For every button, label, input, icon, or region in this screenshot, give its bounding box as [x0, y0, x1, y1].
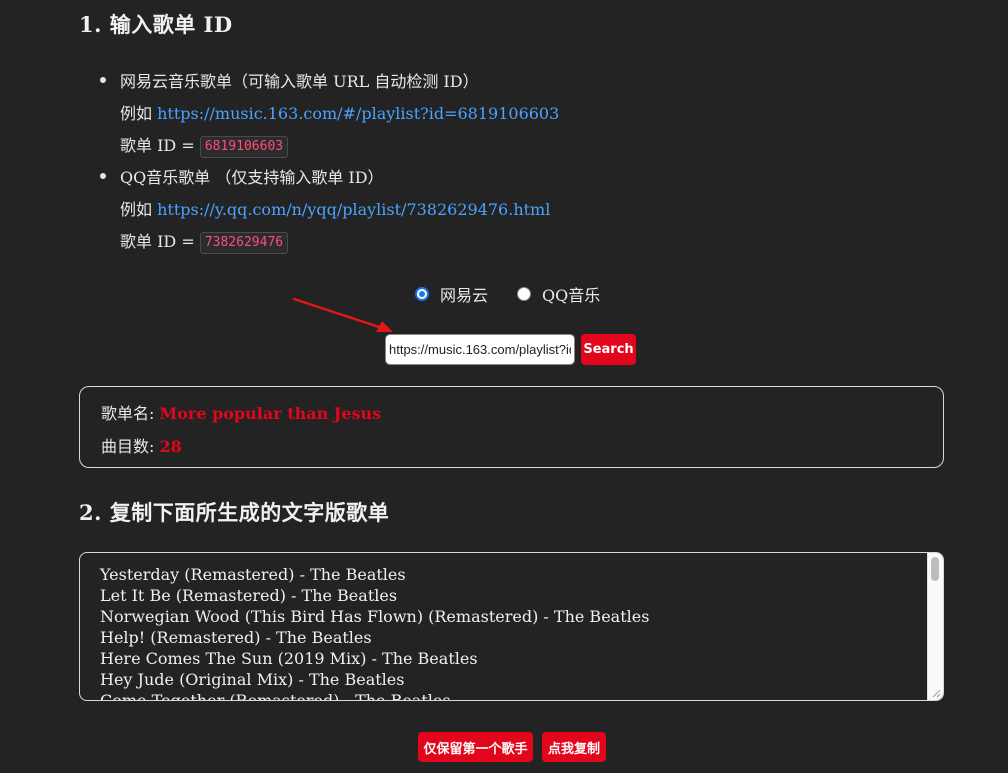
list-item-netease: 网易云音乐歌单（可输入歌单 URL 自动检测 ID） 例如 https://mu…: [100, 66, 559, 162]
section-title-copy-playlist: 2. 复制下面所生成的文字版歌单: [79, 500, 390, 525]
radio-button-unchecked[interactable]: [517, 287, 532, 301]
bullet-dot-icon: [100, 173, 106, 179]
playlist-url-input[interactable]: [385, 334, 575, 365]
section-title-input-id: 1. 输入歌单 ID: [79, 12, 233, 37]
track-count-value: 28: [159, 437, 182, 456]
source-label-line: QQ音乐歌单 （仅支持输入歌单 ID）: [100, 162, 559, 194]
radio-label[interactable]: 网易云: [440, 282, 488, 306]
track-count-row: 曲目数: 28: [101, 434, 182, 460]
radio-netease[interactable]: 网易云: [415, 282, 488, 306]
track-line: Hey Jude (Original Mix) - The Beatles: [100, 670, 405, 689]
id-line: 歌单 ID = 6819106603: [100, 130, 559, 162]
playlist-info-card: 歌单名: More popular than Jesus 曲目数: 28: [79, 386, 944, 468]
playlist-name-value: More popular than Jesus: [159, 404, 382, 423]
source-label: QQ音乐歌单 （仅支持输入歌单 ID）: [120, 168, 384, 187]
bullet-dot-icon: [100, 77, 106, 83]
radio-qq-music[interactable]: QQ音乐: [517, 282, 600, 306]
track-list: Yesterday (Remastered) - The Beatles Let…: [100, 564, 650, 701]
id-prefix: 歌单 ID =: [120, 232, 195, 251]
example-link[interactable]: https://music.163.com/#/playlist?id=6819…: [157, 104, 559, 123]
red-arrow-icon: [292, 297, 393, 332]
copy-button[interactable]: 点我复制: [542, 732, 606, 762]
playlist-name-row: 歌单名: More popular than Jesus: [101, 401, 381, 427]
id-line: 歌单 ID = 7382629476: [100, 226, 559, 258]
example-line: 例如 https://music.163.com/#/playlist?id=6…: [100, 98, 559, 130]
search-button[interactable]: Search: [581, 334, 636, 365]
source-label-line: 网易云音乐歌单（可输入歌单 URL 自动检测 ID）: [100, 66, 559, 98]
example-prefix: 例如: [120, 104, 153, 123]
track-line: Yesterday (Remastered) - The Beatles: [100, 565, 406, 584]
playlist-text-area[interactable]: Yesterday (Remastered) - The Beatles Let…: [79, 552, 944, 701]
example-prefix: 例如: [120, 200, 153, 219]
track-count-label: 曲目数:: [101, 437, 155, 456]
example-link[interactable]: https://y.qq.com/n/yqq/playlist/73826294…: [157, 200, 550, 219]
playlist-name-label: 歌单名:: [101, 404, 155, 423]
list-item-qq: QQ音乐歌单 （仅支持输入歌单 ID） 例如 https://y.qq.com/…: [100, 162, 559, 258]
track-line: Here Comes The Sun (2019 Mix) - The Beat…: [100, 649, 478, 668]
platform-radio-group: 网易云 QQ音乐: [415, 282, 600, 306]
playlist-id-code: 7382629476: [199, 231, 289, 254]
resize-grip-icon[interactable]: [931, 688, 941, 698]
page: 1. 输入歌单 ID 网易云音乐歌单（可输入歌单 URL 自动检测 ID） 例如…: [0, 0, 1008, 773]
track-line: Come Together (Remastered) - The Beatles: [100, 691, 451, 701]
track-line: Norwegian Wood (This Bird Has Flown) (Re…: [100, 607, 650, 626]
source-label: 网易云音乐歌单（可输入歌单 URL 自动检测 ID）: [120, 72, 479, 91]
example-line: 例如 https://y.qq.com/n/yqq/playlist/73826…: [100, 194, 559, 226]
track-line: Help! (Remastered) - The Beatles: [100, 628, 372, 647]
id-prefix: 歌单 ID =: [120, 136, 195, 155]
keep-first-artist-button[interactable]: 仅保留第一个歌手: [418, 732, 533, 762]
track-line: Let It Be (Remastered) - The Beatles: [100, 586, 398, 605]
scrollbar-thumb[interactable]: [931, 557, 939, 581]
playlist-id-code: 6819106603: [199, 135, 289, 158]
playlist-source-list: 网易云音乐歌单（可输入歌单 URL 自动检测 ID） 例如 https://mu…: [100, 66, 559, 258]
vertical-scrollbar[interactable]: [927, 553, 943, 700]
radio-button-checked[interactable]: [415, 287, 429, 301]
radio-label[interactable]: QQ音乐: [542, 282, 600, 306]
